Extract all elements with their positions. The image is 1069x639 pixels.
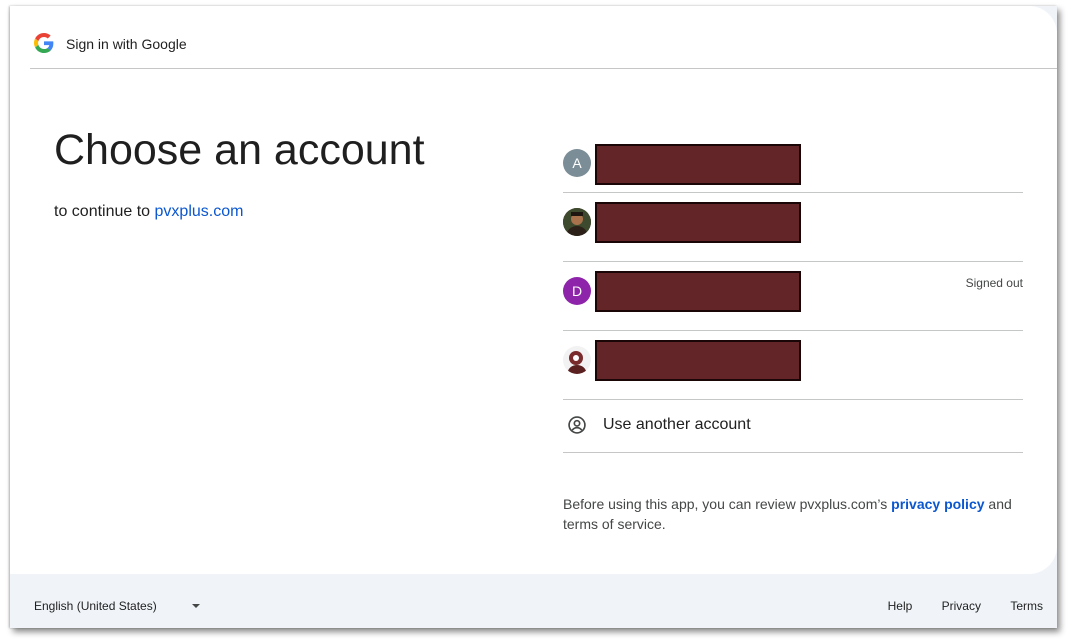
footer: English (United States) Help Privacy Ter… bbox=[10, 574, 1057, 628]
subtitle-text: to continue to bbox=[54, 203, 151, 220]
account-item[interactable] bbox=[563, 331, 1023, 400]
header: Sign in with Google bbox=[30, 28, 1057, 69]
account-circle-icon bbox=[568, 416, 586, 434]
privacy-link[interactable]: Privacy bbox=[942, 599, 981, 613]
avatar: A bbox=[563, 149, 591, 177]
language-selector[interactable]: English (United States) bbox=[34, 599, 157, 613]
sign-in-window: Sign in with Google Choose an account to… bbox=[10, 6, 1057, 628]
avatar: D bbox=[563, 277, 591, 305]
avatar-photo bbox=[563, 346, 591, 374]
disclaimer-text: Before using this app, you can review pv… bbox=[563, 496, 888, 512]
header-title: Sign in with Google bbox=[66, 36, 187, 52]
redacted-account-info bbox=[595, 144, 801, 185]
page-title: Choose an account bbox=[54, 126, 425, 174]
person-photo-icon bbox=[563, 346, 591, 374]
dropdown-arrow-icon[interactable] bbox=[192, 604, 200, 608]
footer-links: Help Privacy Terms bbox=[862, 599, 1043, 613]
privacy-policy-link[interactable]: privacy policy bbox=[891, 496, 984, 512]
account-item[interactable] bbox=[563, 193, 1023, 262]
app-domain-link[interactable]: pvxplus.com bbox=[155, 203, 244, 220]
redacted-account-info bbox=[595, 340, 801, 381]
google-g-icon bbox=[34, 33, 54, 53]
redacted-account-info bbox=[595, 271, 801, 312]
use-another-account-label: Use another account bbox=[603, 416, 751, 433]
avatar-letter: D bbox=[571, 283, 583, 299]
account-status: Signed out bbox=[965, 276, 1023, 290]
redacted-account-info bbox=[595, 202, 801, 243]
account-list: A D Signed out Use another account bbox=[563, 135, 1023, 453]
account-item[interactable]: A bbox=[563, 135, 1023, 193]
privacy-disclaimer: Before using this app, you can review pv… bbox=[563, 494, 1033, 534]
person-photo-icon bbox=[563, 208, 591, 236]
terms-link[interactable]: Terms bbox=[1010, 599, 1043, 613]
sign-in-card: Sign in with Google Choose an account to… bbox=[10, 6, 1057, 574]
subtitle: to continue to pvxplus.com bbox=[54, 203, 243, 221]
account-item[interactable]: D Signed out bbox=[563, 262, 1023, 331]
avatar-letter: A bbox=[572, 155, 582, 171]
use-another-account-button[interactable]: Use another account bbox=[563, 400, 1023, 453]
avatar-photo bbox=[563, 208, 591, 236]
help-link[interactable]: Help bbox=[888, 599, 913, 613]
